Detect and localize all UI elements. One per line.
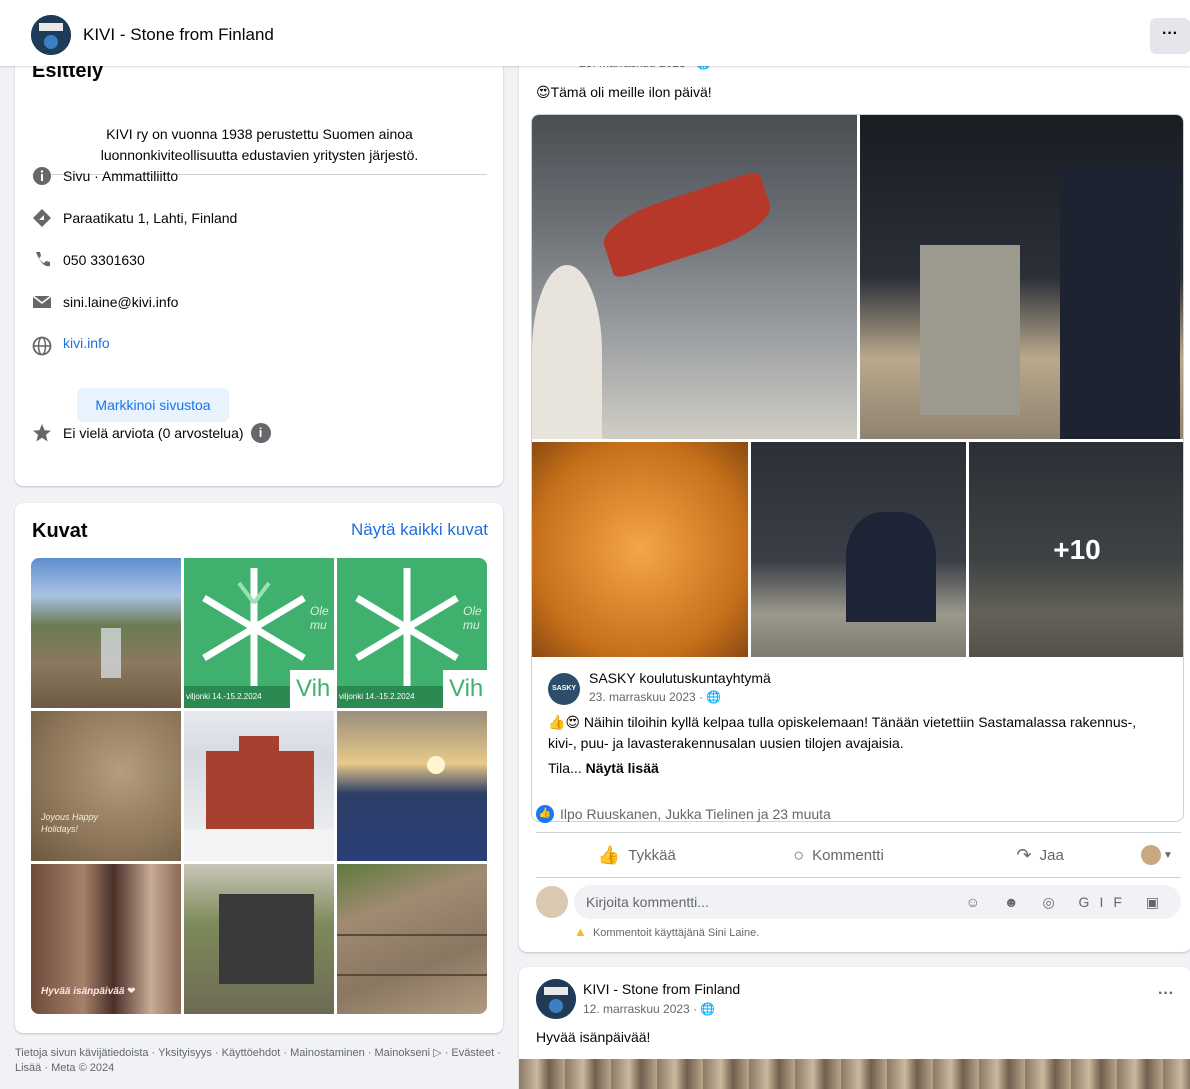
photo-tile[interactable] — [184, 711, 334, 861]
category-text: Sivu · Ammattiliitto — [63, 168, 179, 184]
profile-avatar-icon — [1141, 845, 1162, 865]
comment-tools-icons[interactable]: ☺ ☻ ◎ GIF ▣ — [966, 894, 1169, 911]
rating-row: Ei vielä arviota (0 arvostelua) i — [32, 423, 271, 443]
commenting-as-notice: ▲ Kommentoit käyttäjänä Sini Laine. — [574, 924, 759, 939]
post-image[interactable] — [519, 1059, 1190, 1089]
divider — [536, 877, 1181, 878]
page-header-bar: KIVI - Stone from Finland ··· — [0, 0, 1190, 66]
email-text: sini.laine@kivi.info — [63, 294, 179, 310]
comment-placeholder: Kirjoita kommentti... — [586, 894, 709, 910]
photo-tile[interactable]: viljonki 14.-15.2.2024 Vih Ole mu — [337, 558, 487, 708]
star-icon — [32, 423, 52, 443]
post-image[interactable] — [860, 115, 1183, 439]
address-row: Paraatikatu 1, Lahti, Finland — [32, 208, 237, 228]
reactions-text[interactable]: Ilpo Ruuskanen, Jukka Tielinen ja 23 muu… — [560, 806, 831, 822]
promote-website-button[interactable]: Markkinoi sivustoa — [77, 388, 229, 422]
see-more-link[interactable]: Näytä lisää — [586, 760, 659, 776]
commenting-as-text: Kommentoit käyttäjänä Sini Laine. — [592, 927, 760, 939]
photo-tile[interactable] — [337, 864, 487, 1014]
photos-heading: Kuvat — [32, 520, 88, 542]
rating-info-icon[interactable]: i — [250, 423, 271, 443]
page-avatar[interactable] — [31, 15, 71, 55]
photos-card: Kuvat Näytä kaikki kuvat viljonki 14.-15… — [15, 503, 503, 1033]
post-card: KIVI - Stone from Finland 12. marraskuu … — [519, 967, 1190, 1089]
tile-word: Vih — [443, 670, 487, 708]
post-image[interactable]: +10 — [969, 442, 1183, 657]
comment-composer: Kirjoita kommentti... ☺ ☻ ◎ GIF ▣ — [536, 885, 1181, 919]
shared-author-avatar[interactable]: SASKY — [548, 673, 580, 705]
shared-post-text: 👍😍 Näihin tiloihin kyllä kelpaa tulla op… — [548, 714, 1137, 751]
mail-icon — [32, 292, 52, 312]
truncated-text: Tila... — [548, 760, 582, 776]
thumbs-up-icon: 👍 — [597, 844, 621, 865]
chevron-down-icon: ▼ — [1163, 849, 1173, 861]
commenter-avatar[interactable] — [536, 886, 568, 918]
website-row: kivi.info — [32, 330, 110, 356]
phone-text: 050 3301630 — [63, 252, 145, 268]
comment-icon: ○ — [793, 844, 805, 865]
post-actions: 👍 Tykkää ○ Kommentti ↷ Jaa ▼ — [536, 833, 1181, 877]
photo-tile[interactable]: Joyous Happy Holidays! — [31, 711, 181, 861]
see-more-row: Tila... Näytä lisää — [548, 760, 659, 776]
post-date[interactable]: 12. marraskuu 2023 · 🌐 — [583, 1002, 715, 1016]
comment-button[interactable]: ○ Kommentti — [738, 845, 940, 866]
photo-tile[interactable] — [337, 711, 487, 861]
more-options-button[interactable]: ··· — [1150, 18, 1190, 54]
intro-bio: KIVI ry on vuonna 1938 perustettu Suomen… — [100, 126, 419, 163]
see-all-photos-link[interactable]: Näytä kaikki kuvat — [351, 520, 488, 540]
post-image[interactable] — [532, 442, 748, 657]
rating-text: Ei vielä arviota (0 arvostelua) — [63, 425, 244, 441]
shared-post-date[interactable]: 23. marraskuu 2023 · 🌐 — [589, 690, 721, 704]
like-button[interactable]: 👍 Tykkää — [536, 845, 738, 866]
photo-tile[interactable]: Hyvää isänpäivää ❤ — [31, 864, 181, 1014]
globe-icon — [32, 336, 52, 356]
reaction-profile-switcher[interactable]: ▼ — [1141, 845, 1181, 865]
photo-tile[interactable] — [31, 558, 181, 708]
tile-caption: Hyvää isänpäivää ❤ — [41, 986, 136, 997]
comment-label: Kommentti — [812, 846, 884, 864]
page-footer-links[interactable]: Tietoja sivun kävijätiedoista · Yksityis… — [15, 1046, 503, 1076]
tile-side-text: Ole mu — [310, 604, 329, 632]
like-reaction-icon: 👍 — [536, 805, 554, 823]
post-author[interactable]: KIVI - Stone from Finland — [583, 981, 740, 997]
page-title[interactable]: KIVI - Stone from Finland — [83, 25, 274, 45]
page-avatar[interactable] — [536, 979, 576, 1019]
phone-icon — [32, 250, 52, 270]
photo-tile[interactable]: viljonki 14.-15.2.2024 Vih Ole mu — [184, 558, 334, 708]
tile-side-text: Ole mu — [463, 604, 482, 632]
post-image[interactable] — [751, 442, 966, 657]
info-icon — [32, 166, 52, 186]
website-link[interactable]: kivi.info — [63, 335, 110, 351]
tile-caption: viljonki 14.-15.2.2024 — [337, 686, 443, 708]
post-caption: 😍Tämä oli meille ilon päivä! — [536, 84, 712, 100]
map-pin-icon — [32, 208, 52, 228]
reactions-summary[interactable]: 👍 Ilpo Ruuskanen, Jukka Tielinen ja 23 m… — [536, 805, 831, 823]
email-row: sini.laine@kivi.info — [32, 292, 178, 312]
shared-images: +10 — [532, 115, 1183, 657]
post-options-button[interactable]: ··· — [1158, 985, 1174, 1003]
tile-caption: viljonki 14.-15.2.2024 — [184, 686, 290, 708]
tile-word: Vih — [290, 670, 334, 708]
like-label: Tykkää — [628, 846, 676, 864]
more-photos-overlay[interactable]: +10 — [969, 442, 1183, 657]
phone-row: 050 3301630 — [32, 250, 145, 270]
tile-caption: Joyous Happy Holidays! — [41, 812, 99, 834]
share-button[interactable]: ↷ Jaa — [939, 845, 1141, 866]
post-text: Hyvää isänpäivää! — [536, 1029, 651, 1045]
photo-grid: viljonki 14.-15.2.2024 Vih Ole mu viljon… — [31, 558, 487, 1014]
category-row: Sivu · Ammattiliitto — [32, 166, 178, 186]
post-card: 23. marraskuu 2023 · 🌐 😍Tämä oli meille … — [519, 30, 1190, 952]
share-label: Jaa — [1039, 846, 1064, 864]
shared-post[interactable]: +10 SASKY SASKY koulutuskuntayhtymä 23. … — [531, 114, 1184, 822]
photo-tile[interactable] — [184, 864, 334, 1014]
address-text: Paraatikatu 1, Lahti, Finland — [63, 210, 238, 226]
warning-icon: ▲ — [574, 924, 587, 939]
comment-input[interactable]: Kirjoita kommentti... ☺ ☻ ◎ GIF ▣ — [574, 885, 1181, 919]
share-icon: ↷ — [1016, 844, 1032, 865]
intro-card: Esittely KIVI ry on vuonna 1938 perustet… — [15, 30, 503, 486]
post-image[interactable] — [532, 115, 857, 439]
shared-author-name[interactable]: SASKY koulutuskuntayhtymä — [589, 670, 771, 686]
